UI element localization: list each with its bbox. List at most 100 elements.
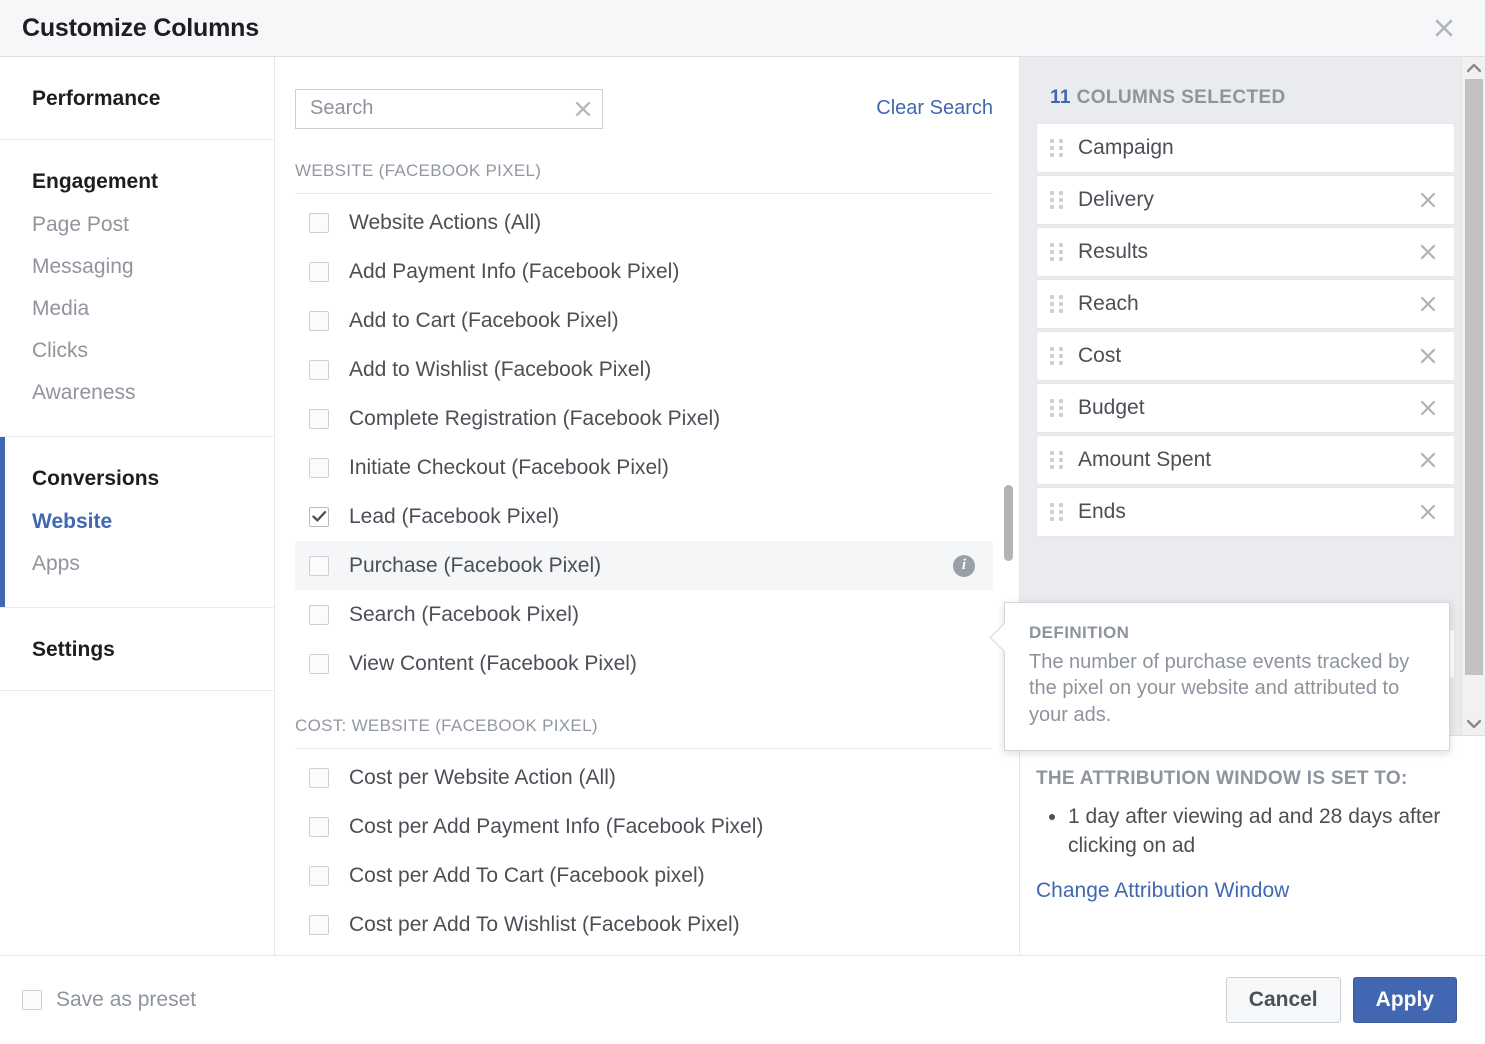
checkbox-unchecked-icon[interactable] xyxy=(309,817,329,837)
clear-search-link[interactable]: Clear Search xyxy=(876,97,993,120)
option-label: Purchase (Facebook Pixel) xyxy=(349,554,601,578)
search-input[interactable] xyxy=(296,90,602,128)
remove-column-icon[interactable] xyxy=(1408,398,1438,418)
cancel-button[interactable]: Cancel xyxy=(1226,977,1341,1023)
sidebar-group-performance: Performance xyxy=(0,57,274,140)
search-box xyxy=(295,89,603,129)
drag-handle-icon[interactable] xyxy=(1050,139,1064,157)
selected-column-label: Delivery xyxy=(1078,188,1154,212)
clear-search-icon[interactable] xyxy=(574,100,592,118)
selected-column-ends[interactable]: Ends xyxy=(1036,487,1455,537)
checkbox-unchecked-icon[interactable] xyxy=(309,262,329,282)
scrollbar-track[interactable] xyxy=(1465,79,1483,713)
drag-handle-icon[interactable] xyxy=(1050,191,1064,209)
drag-handle-icon[interactable] xyxy=(1050,503,1064,521)
remove-column-icon[interactable] xyxy=(1408,346,1438,366)
sidebar-item-messaging[interactable]: Messaging xyxy=(32,246,274,288)
option-row-lead[interactable]: Lead (Facebook Pixel) xyxy=(295,492,993,541)
save-as-preset-label: Save as preset xyxy=(56,988,196,1012)
option-row-cost-per-add-to-wishlist[interactable]: Cost per Add To Wishlist (Facebook Pixel… xyxy=(295,900,993,949)
option-row-cost-per-website-action[interactable]: Cost per Website Action (All) xyxy=(295,753,993,802)
sidebar-item-page-post[interactable]: Page Post xyxy=(32,204,274,246)
drag-handle-icon[interactable] xyxy=(1050,295,1064,313)
checkbox-unchecked-icon[interactable] xyxy=(309,654,329,674)
checkbox-unchecked-icon[interactable] xyxy=(22,990,42,1010)
dialog-body: Performance Engagement Page Post Messagi… xyxy=(0,57,1485,956)
checkbox-unchecked-icon[interactable] xyxy=(309,605,329,625)
scroll-down-arrow-icon[interactable] xyxy=(1462,713,1485,735)
scroll-up-arrow-icon[interactable] xyxy=(1462,57,1485,79)
checkbox-unchecked-icon[interactable] xyxy=(309,458,329,478)
sidebar-item-apps[interactable]: Apps xyxy=(32,543,274,585)
selected-column-campaign[interactable]: Campaign xyxy=(1036,123,1455,173)
option-row-initiate-checkout[interactable]: Initiate Checkout (Facebook Pixel) xyxy=(295,443,993,492)
selected-column-reach[interactable]: Reach xyxy=(1036,279,1455,329)
close-icon xyxy=(1433,17,1455,39)
info-icon[interactable]: i xyxy=(953,555,975,577)
checkbox-unchecked-icon[interactable] xyxy=(309,866,329,886)
sidebar-item-conversions[interactable]: Conversions xyxy=(32,437,274,501)
selected-column-delivery[interactable]: Delivery xyxy=(1036,175,1455,225)
sidebar-item-engagement[interactable]: Engagement xyxy=(32,140,274,204)
remove-column-icon[interactable] xyxy=(1408,502,1438,522)
option-label: Add to Cart (Facebook Pixel) xyxy=(349,309,619,333)
apply-button[interactable]: Apply xyxy=(1353,977,1457,1023)
tooltip-body: The number of purchase events tracked by… xyxy=(1029,649,1425,728)
option-label: Website Actions (All) xyxy=(349,211,541,235)
tooltip-title: DEFINITION xyxy=(1029,623,1425,643)
sidebar-item-website[interactable]: Website xyxy=(32,501,274,543)
save-as-preset-control[interactable]: Save as preset xyxy=(22,988,196,1012)
option-row-website-actions-all[interactable]: Website Actions (All) xyxy=(295,198,993,247)
drag-handle-icon[interactable] xyxy=(1050,451,1064,469)
option-row-cost-per-add-payment-info[interactable]: Cost per Add Payment Info (Facebook Pixe… xyxy=(295,802,993,851)
selected-column-amount-spent[interactable]: Amount Spent xyxy=(1036,435,1455,485)
selected-column-cost[interactable]: Cost xyxy=(1036,331,1455,381)
drag-handle-icon[interactable] xyxy=(1050,243,1064,261)
category-sidebar: Performance Engagement Page Post Messagi… xyxy=(0,57,275,955)
sidebar-item-performance[interactable]: Performance xyxy=(32,57,274,139)
options-list-scrollbar-thumb[interactable] xyxy=(1004,485,1013,561)
checkbox-checked-icon[interactable] xyxy=(309,507,329,527)
checkbox-unchecked-icon[interactable] xyxy=(309,768,329,788)
selected-column-results[interactable]: Results xyxy=(1036,227,1455,277)
option-label: View Content (Facebook Pixel) xyxy=(349,652,637,676)
remove-column-icon[interactable] xyxy=(1408,294,1438,314)
sidebar-item-settings[interactable]: Settings xyxy=(32,608,274,690)
option-row-add-to-wishlist[interactable]: Add to Wishlist (Facebook Pixel) xyxy=(295,345,993,394)
option-row-search[interactable]: Search (Facebook Pixel) xyxy=(295,590,993,639)
columns-browser: Clear Search WEBSITE (FACEBOOK PIXEL) We… xyxy=(275,57,1020,955)
scrollbar-thumb[interactable] xyxy=(1465,79,1483,675)
option-label: Add to Wishlist (Facebook Pixel) xyxy=(349,358,651,382)
remove-column-icon[interactable] xyxy=(1408,190,1438,210)
option-row-purchase[interactable]: Purchase (Facebook Pixel) i xyxy=(295,541,993,590)
attribution-bullet-list: 1 day after viewing ad and 28 days after… xyxy=(1036,802,1457,861)
selected-columns-scrollbar[interactable] xyxy=(1461,57,1485,735)
sidebar-item-media[interactable]: Media xyxy=(32,288,274,330)
selected-column-label: Reach xyxy=(1078,292,1139,316)
sidebar-item-clicks[interactable]: Clicks xyxy=(32,330,274,372)
option-row-cost-per-add-to-cart[interactable]: Cost per Add To Cart (Facebook pixel) xyxy=(295,851,993,900)
change-attribution-window-link[interactable]: Change Attribution Window xyxy=(1036,879,1457,903)
sidebar-item-awareness[interactable]: Awareness xyxy=(32,372,274,414)
option-label: Cost per Add To Wishlist (Facebook Pixel… xyxy=(349,913,740,937)
attribution-bullet: 1 day after viewing ad and 28 days after… xyxy=(1068,802,1457,861)
checkbox-unchecked-icon[interactable] xyxy=(309,213,329,233)
checkbox-unchecked-icon[interactable] xyxy=(309,556,329,576)
remove-column-icon[interactable] xyxy=(1408,450,1438,470)
remove-column-icon[interactable] xyxy=(1408,242,1438,262)
close-dialog-button[interactable] xyxy=(1429,13,1459,43)
checkbox-unchecked-icon[interactable] xyxy=(309,915,329,935)
drag-handle-icon[interactable] xyxy=(1050,399,1064,417)
option-row-add-payment-info[interactable]: Add Payment Info (Facebook Pixel) xyxy=(295,247,993,296)
option-row-complete-registration[interactable]: Complete Registration (Facebook Pixel) xyxy=(295,394,993,443)
checkbox-unchecked-icon[interactable] xyxy=(309,311,329,331)
option-row-add-to-cart[interactable]: Add to Cart (Facebook Pixel) xyxy=(295,296,993,345)
sidebar-group-engagement: Engagement Page Post Messaging Media Cli… xyxy=(0,140,274,437)
selected-column-budget[interactable]: Budget xyxy=(1036,383,1455,433)
drag-handle-icon[interactable] xyxy=(1050,347,1064,365)
customize-columns-dialog: Customize Columns Performance Engagement… xyxy=(0,0,1485,1044)
checkbox-unchecked-icon[interactable] xyxy=(309,409,329,429)
option-label: Cost per Website Action (All) xyxy=(349,766,616,790)
checkbox-unchecked-icon[interactable] xyxy=(309,360,329,380)
option-row-view-content[interactable]: View Content (Facebook Pixel) xyxy=(295,639,993,688)
